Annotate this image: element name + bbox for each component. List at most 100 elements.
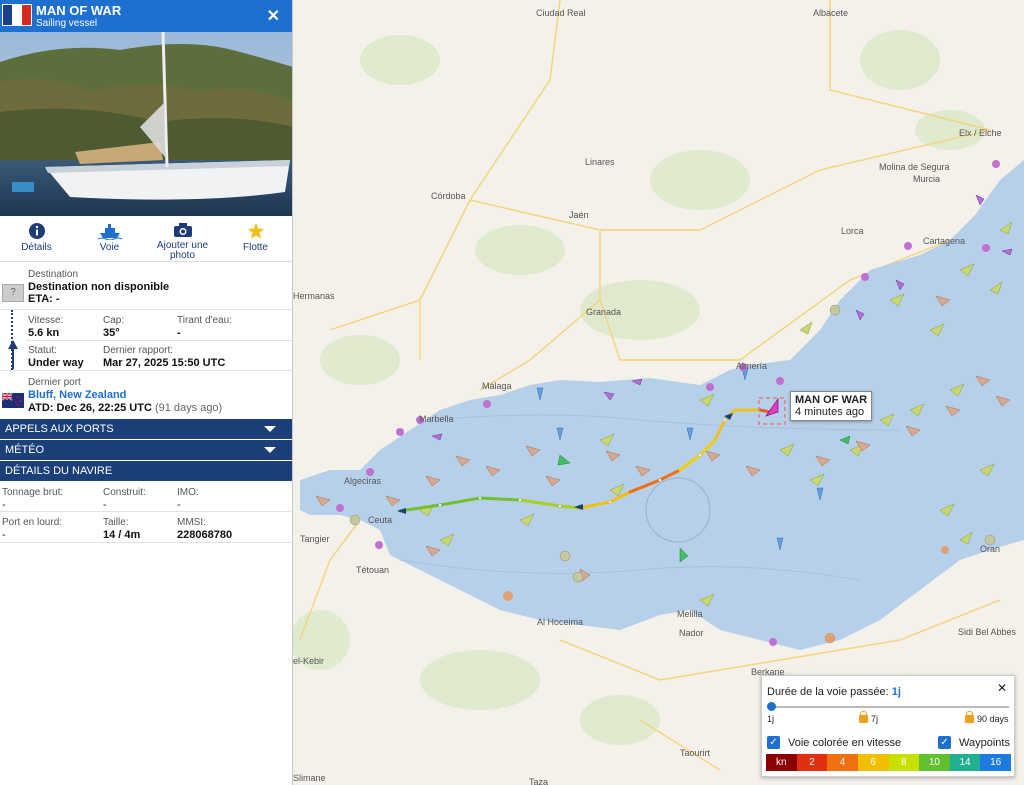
status-value: Under way [28, 357, 84, 369]
city-label: Taourirt [680, 748, 711, 758]
vessel-photo[interactable] [0, 32, 292, 216]
deadweight-label: Port en lourd: [2, 517, 63, 528]
last-port-row: Dernier port Bluff, New Zealand ATD: Dec… [0, 371, 292, 419]
chevron-down-icon [264, 447, 276, 453]
speed-legend-cell: 8 [888, 754, 920, 771]
tick-90-days-label: 90 days [977, 714, 1009, 724]
city-label: Lorca [841, 226, 864, 236]
speed-legend-cell: 4 [827, 754, 858, 771]
vessel-name: MAN OF WAR [36, 3, 122, 18]
city-label: Cartagena [923, 236, 966, 246]
city-label: Oran [980, 544, 1001, 554]
city-label: Ciudad Real [536, 8, 586, 18]
city-label: Tétouan [356, 565, 390, 575]
weather-label: MÉTÉO [5, 444, 45, 456]
atd-value: ATD: Dec 26, 22:25 UTC (91 days ago) [28, 402, 222, 414]
heading-arrow-icon [8, 340, 18, 369]
vessel-details-section[interactable]: DÉTAILS DU NAVIRE [0, 461, 292, 481]
city-label: Slimane [293, 773, 326, 783]
eta-value: ETA: - [28, 293, 60, 305]
speed-legend-cell: kn [766, 754, 797, 771]
speed-legend-cell: 6 [857, 754, 889, 771]
lock-icon [859, 711, 868, 723]
unknown-destination-icon: ? [2, 284, 24, 302]
last-port-link[interactable]: Bluff, New Zealand [28, 389, 126, 401]
status-row: Statut: Under way Dernier rapport: Mar 2… [0, 340, 292, 371]
chevron-down-icon [264, 426, 276, 432]
draught-label: Tirant d'eau: [177, 315, 232, 326]
speed-color-checkbox[interactable]: ✓ Voie colorée en vitesse [767, 736, 901, 749]
city-label: Almería [736, 361, 768, 371]
details-row-1: Tonnage brut: - Construit: - IMO: - [0, 482, 292, 512]
city-label: Córdoba [431, 191, 466, 201]
speed-legend: kn 2 4 6 8 10 14 16 [766, 754, 1011, 771]
built-label: Construit: [103, 487, 146, 498]
destination-label: Destination [28, 269, 79, 280]
speed-value: 5.6 kn [28, 327, 60, 339]
size-value: 14 / 4m [103, 529, 141, 541]
city-label: Linares [585, 157, 615, 167]
ship-track-icon [97, 224, 122, 240]
details-label: Détails [21, 242, 52, 253]
city-label: Tangier [300, 534, 330, 544]
city-label: Marbella [419, 414, 454, 424]
draught-value: - [177, 327, 181, 339]
vessel-type: Sailing vessel [36, 18, 98, 29]
city-label: Al Hoceima [537, 617, 584, 627]
deadweight-value: - [2, 529, 6, 541]
vessel-tooltip[interactable]: MAN OF WAR 4 minutes ago [790, 391, 873, 421]
city-label: Hermanas [293, 291, 335, 301]
status-label: Statut: [28, 345, 57, 356]
destination-value: Destination non disponible [28, 281, 170, 293]
gross-tonnage-value: - [2, 499, 6, 511]
lock-icon [965, 711, 974, 723]
fleet-label: Flotte [242, 242, 268, 253]
info-icon [28, 223, 45, 239]
track-duration-panel: Durée de la voie passée: 1j ✕ 1j 7j 90 d… [761, 675, 1015, 777]
checkbox-checked-icon: ✓ [938, 736, 951, 749]
slider-handle[interactable] [767, 702, 776, 711]
vessel-actions: Détails Voie Ajouter une photo Flotte [0, 216, 292, 262]
tick-90-days: 90 days [965, 711, 1009, 724]
track-duration-value: 1j [891, 686, 901, 698]
course-value: 35° [103, 327, 120, 339]
city-label: Algeciras [344, 476, 382, 486]
map-view[interactable]: Ciudad Real Albacete Linares Córdoba Jaé… [293, 0, 1024, 785]
city-label: el-Kebir [293, 656, 325, 666]
waypoints-checkbox[interactable]: ✓ Waypoints [938, 736, 1010, 749]
port-calls-section[interactable]: APPELS AUX PORTS [0, 419, 292, 439]
city-label: Jaén [569, 210, 589, 220]
last-port-label: Dernier port [28, 377, 81, 388]
mmsi-value: 228068780 [177, 529, 233, 541]
close-icon[interactable]: ✕ [267, 6, 280, 26]
track-duration-slider[interactable] [767, 702, 1009, 711]
speed-legend-cell: 2 [796, 754, 828, 771]
imo-value: - [177, 499, 181, 511]
city-label: Murcia [913, 174, 941, 184]
star-icon [247, 223, 264, 239]
speed-row: Vitesse: 5.6 kn Cap: 35° Tirant d'eau: - [0, 310, 292, 370]
weather-section[interactable]: MÉTÉO [0, 440, 292, 460]
vessel-details-label: DÉTAILS DU NAVIRE [5, 465, 113, 477]
track-label: Voie [99, 242, 120, 253]
speed-label: Vitesse: [28, 315, 64, 326]
camera-icon [173, 223, 192, 237]
add-photo-action[interactable]: Ajouter une photo [146, 216, 219, 261]
close-icon[interactable]: ✕ [997, 681, 1007, 695]
track-action[interactable]: Voie [73, 216, 146, 261]
city-label: Elx / Elche [959, 128, 1002, 138]
city-label: Ceuta [368, 515, 393, 525]
built-value: - [103, 499, 107, 511]
port-calls-label: APPELS AUX PORTS [5, 423, 114, 435]
city-label: Sidi Bel Abbes [958, 627, 1017, 637]
details-action[interactable]: Détails [0, 216, 73, 261]
france-flag-icon [2, 4, 32, 26]
speed-legend-cell: 14 [949, 754, 981, 771]
checkbox-checked-icon: ✓ [767, 736, 780, 749]
tooltip-time: 4 minutes ago [795, 406, 865, 418]
tooltip-name: MAN OF WAR [795, 394, 868, 406]
speed-legend-cell: 16 [980, 754, 1011, 771]
last-report-label: Dernier rapport: [103, 345, 174, 356]
fleet-action[interactable]: Flotte [219, 216, 292, 261]
destination-row: ? Destination Destination non disponible… [0, 262, 292, 310]
